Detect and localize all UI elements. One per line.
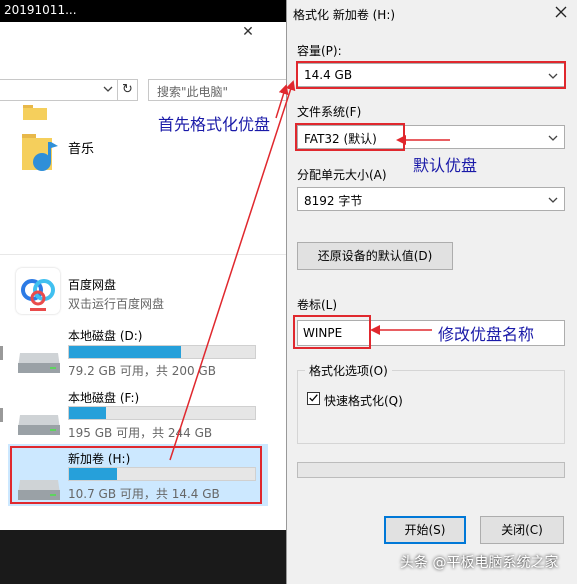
baidu-netdisk-desc: 双击运行百度网盘 [68, 297, 165, 311]
drive-f-space: 195 GB 可用，共 244 GB [68, 426, 213, 440]
section-divider [0, 254, 286, 255]
drive-f-name: 本地磁盘 (F:) [68, 391, 140, 405]
drive-d-usage-bar [68, 345, 256, 359]
annotation-format-first: 首先格式化优盘 [158, 115, 271, 134]
drive-d-name: 本地磁盘 (D:) [68, 329, 143, 343]
format-dialog: 格式化 新加卷 (H:) 容量(P): 14.4 GB 文件系统(F) FAT3… [286, 0, 577, 584]
capacity-label: 容量(P): [297, 44, 342, 58]
watermark: 头条 @平板电脑系统之家 [400, 555, 559, 571]
scroll-marker [0, 408, 3, 422]
chevron-down-icon [548, 135, 558, 141]
format-options-label: 格式化选项(O) [305, 362, 392, 379]
drive-d-usage-fill [69, 346, 181, 358]
start-button[interactable]: 开始(S) [384, 516, 466, 544]
refresh-icon[interactable]: ↻ [118, 79, 138, 101]
dialog-title: 格式化 新加卷 (H:) [293, 8, 396, 22]
chevron-down-icon [548, 197, 558, 203]
allocation-unit-select[interactable]: 8192 字节 [297, 187, 565, 211]
drive-f-usage-fill [69, 407, 107, 419]
baidu-netdisk-icon[interactable] [16, 268, 60, 314]
close-icon[interactable]: ✕ [238, 22, 258, 42]
hard-drive-icon[interactable] [16, 407, 62, 437]
checkmark-icon [309, 394, 318, 402]
close-button[interactable]: 关闭(C) [480, 516, 564, 544]
filesystem-label: 文件系统(F) [297, 105, 362, 119]
volume-label-label: 卷标(L) [297, 298, 338, 312]
file-explorer-window: 20191011... ✕ ↻ 搜索"此电脑" 音乐 首先格式化优盘 百度网盘 … [0, 0, 286, 584]
hard-drive-icon[interactable] [16, 345, 62, 375]
allocation-unit-value: 8192 字节 [304, 194, 363, 208]
explorer-title: 20191011... [0, 0, 286, 22]
folder-icon [23, 105, 47, 120]
address-dropdown[interactable] [0, 79, 118, 101]
desktop-background [0, 530, 286, 584]
highlight-box-filesystem [295, 123, 405, 151]
highlight-box-volume [293, 315, 371, 349]
annotation-default-disk: 默认优盘 [413, 156, 478, 175]
baidu-netdisk-name: 百度网盘 [68, 278, 117, 292]
allocation-unit-label: 分配单元大小(A) [297, 168, 387, 182]
format-progress-bar [297, 462, 565, 478]
chevron-down-icon [103, 86, 113, 92]
drive-d-space: 79.2 GB 可用，共 200 GB [68, 364, 216, 378]
quick-format-label[interactable]: 快速格式化(Q) [324, 392, 403, 409]
close-icon[interactable] [553, 4, 569, 20]
restore-defaults-button[interactable]: 还原设备的默认值(D) [297, 242, 453, 270]
quick-format-checkbox[interactable] [307, 392, 320, 405]
scroll-marker [0, 346, 3, 360]
annotation-rename-disk: 修改优盘名称 [438, 325, 535, 344]
music-folder-label: 音乐 [68, 142, 95, 157]
highlight-box-drive-h [10, 446, 262, 504]
search-input[interactable]: 搜索"此电脑" [148, 79, 286, 101]
highlight-box-capacity [296, 61, 566, 89]
music-folder-icon [22, 134, 58, 171]
drive-f-usage-bar [68, 406, 256, 420]
